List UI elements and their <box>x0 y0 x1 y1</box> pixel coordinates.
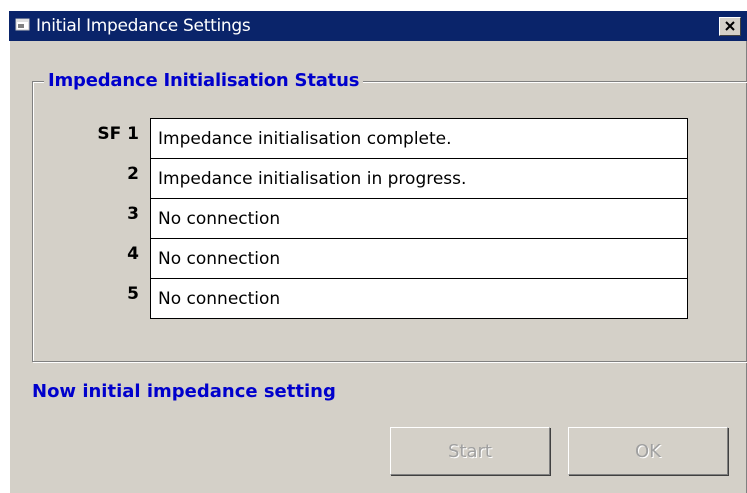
status-cell-5: No connection <box>158 289 281 309</box>
close-button[interactable] <box>719 17 741 36</box>
group-title: Impedance Initialisation Status <box>44 70 364 91</box>
status-cell-3: No connection <box>151 199 687 239</box>
title-bar[interactable]: Initial Impedance Settings <box>9 11 747 41</box>
status-cell-4: No connection <box>151 239 687 279</box>
status-table: Impedance initialisation complete. Imped… <box>150 118 688 319</box>
row-label-sf1: SF 1 <box>97 124 139 144</box>
status-cell-2: Impedance initialisation in progress. <box>151 159 687 199</box>
window-title: Initial Impedance Settings <box>36 16 251 36</box>
app-window-icon <box>15 18 31 32</box>
row-label-5: 5 <box>127 284 139 304</box>
row-label-4: 4 <box>127 244 139 264</box>
ok-button[interactable]: OK <box>568 427 728 475</box>
status-cell-sf1: Impedance initialisation complete. <box>151 119 687 159</box>
close-icon <box>725 21 735 31</box>
start-button[interactable]: Start <box>390 427 550 475</box>
dialog-window: Initial Impedance Settings Impedance Ini… <box>9 11 747 493</box>
row-label-2: 2 <box>127 164 139 184</box>
row-label-3: 3 <box>127 204 139 224</box>
status-message: Now initial impedance setting <box>32 381 336 402</box>
